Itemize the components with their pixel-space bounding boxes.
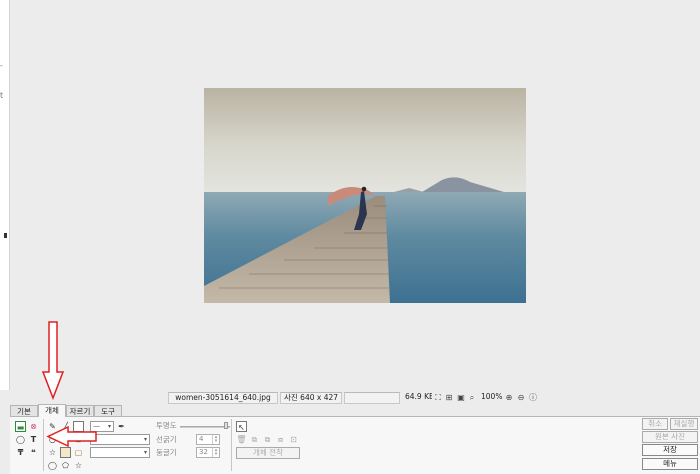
save-button[interactable]: 저장	[642, 444, 698, 456]
original-photo-button[interactable]: 원본 사진	[642, 431, 698, 443]
copy-object-button[interactable]: 개체 전착	[236, 447, 300, 459]
zoom-glass-icon[interactable]: ⌕	[467, 393, 477, 403]
line-style-dropdown[interactable]: — ▾	[90, 421, 114, 432]
eyedropper-icon[interactable]: ✒	[116, 421, 127, 432]
opacity-slider-thumb[interactable]	[224, 422, 228, 429]
rounding-label: 둥글기	[156, 448, 177, 457]
circle-icon[interactable]: ◯	[47, 460, 58, 471]
status-bar: women-3051614_640.jpg 사진 640 x 427 64.9 …	[10, 391, 700, 405]
status-empty	[344, 392, 400, 404]
gutter-tick: -	[0, 61, 3, 70]
separator	[43, 419, 44, 471]
separator	[231, 419, 232, 471]
star-icon[interactable]: ☆	[73, 460, 84, 471]
fit-window-icon[interactable]: ⛶	[433, 393, 443, 403]
left-gutter: - t	[0, 0, 10, 390]
zoom-in-icon[interactable]: ⊕	[504, 393, 514, 403]
object-tool-panel: ▬ ⊗ ◯ T ₸ ❝ ✎ ╱ ○ ▷ ⬠ ☆ ▢ ◯ ⬠ ☆ — ▾ ✒ ▾ ▾…	[10, 416, 700, 474]
cancel-button[interactable]: 취소	[642, 418, 668, 430]
rounded-rect-icon[interactable]: ▢	[73, 447, 84, 458]
text-tool-icon[interactable]: T	[28, 434, 39, 445]
filled-rect-icon[interactable]	[60, 447, 71, 458]
freehand-icon[interactable]: ✎	[47, 421, 58, 432]
pentagon-icon[interactable]: ⬠	[60, 460, 71, 471]
group-icon[interactable]: ⊡	[288, 434, 299, 445]
line-width-value: 4	[199, 435, 204, 443]
duplicate-icon[interactable]: ⧈	[275, 434, 286, 445]
panel-resize-handle[interactable]	[4, 233, 7, 238]
arrow-shape-icon[interactable]: ▷	[60, 434, 71, 445]
reapply-button[interactable]: 재실행	[670, 418, 698, 430]
zoom-fit-icon[interactable]: ▣	[456, 393, 466, 403]
rounding-stepper[interactable]: 32 ▴ ▾	[196, 447, 220, 458]
status-filename: women-3051614_640.jpg	[168, 392, 278, 404]
fill-color-dropdown[interactable]: ▾	[90, 434, 150, 445]
speech-bubble-icon[interactable]: ◯	[15, 434, 26, 445]
status-zoom: 100%	[481, 392, 503, 401]
quote-icon[interactable]: ❝	[28, 447, 39, 458]
polygon-icon[interactable]: ⬠	[73, 434, 84, 445]
line-width-label: 선굵기	[156, 435, 177, 444]
mosaic-icon[interactable]: ⊗	[28, 421, 39, 432]
stamp-icon[interactable]: ₸	[15, 447, 26, 458]
opacity-slider[interactable]	[180, 426, 230, 428]
actual-size-icon[interactable]: ⊞	[444, 393, 454, 403]
menu-button[interactable]: 메뉴	[642, 458, 698, 470]
opacity-label: 투명도	[156, 421, 177, 430]
zoom-out-icon[interactable]: ⊖	[516, 393, 526, 403]
line-icon[interactable]: ╱	[60, 421, 71, 432]
rounding-value: 32	[199, 448, 208, 456]
photo-preview[interactable]	[204, 88, 526, 303]
image-canvas[interactable]	[10, 0, 700, 390]
star-outline-icon[interactable]: ☆	[47, 447, 58, 458]
bring-front-icon[interactable]: ⧉	[249, 434, 260, 445]
status-filesize: 64.9 KB	[405, 392, 432, 401]
gutter-tick: t	[0, 91, 4, 100]
ellipse-icon[interactable]: ○	[47, 434, 58, 445]
insert-image-icon[interactable]: ▬	[15, 421, 26, 432]
font-dropdown[interactable]: ▾	[90, 447, 150, 458]
rectangle-icon[interactable]	[73, 421, 84, 432]
tab-object[interactable]: 개체	[38, 404, 66, 417]
send-back-icon[interactable]: ⧉	[262, 434, 273, 445]
status-dimensions: 사진 640 x 427	[280, 392, 342, 404]
delete-icon[interactable]: 🗑	[236, 434, 247, 445]
line-width-stepper[interactable]: 4 ▴ ▾	[196, 434, 220, 445]
info-icon[interactable]: ⓘ	[528, 393, 538, 403]
select-pointer-icon[interactable]: ↖	[236, 421, 247, 432]
photo-image	[204, 88, 526, 303]
